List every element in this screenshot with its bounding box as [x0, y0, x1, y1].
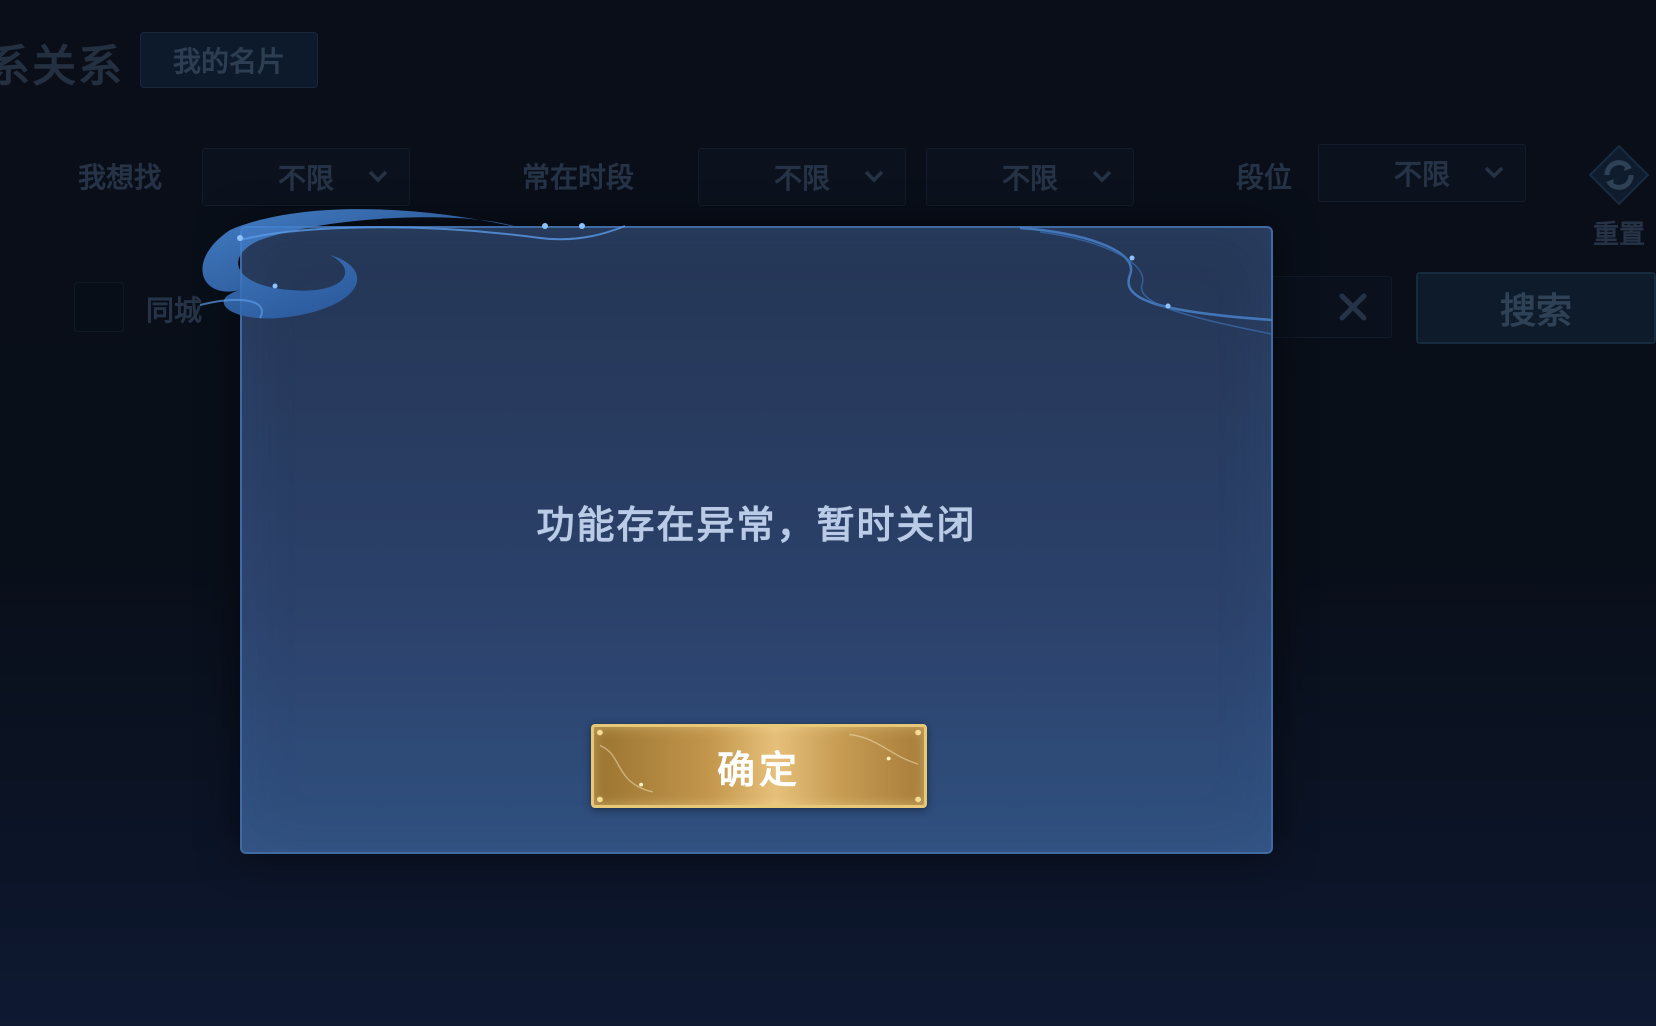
- chevron-down-icon: [1484, 166, 1504, 179]
- confirm-label: 确定: [716, 747, 801, 792]
- same-city-label: 同城: [146, 294, 203, 327]
- tab-my-card[interactable]: 我的名片: [140, 32, 318, 88]
- reset-icon[interactable]: [1588, 144, 1650, 206]
- alert-dialog: 功能存在异常，暂时关闭 确定: [240, 226, 1273, 854]
- want-label: 我想找: [78, 161, 163, 194]
- want-dropdown[interactable]: 不限: [202, 148, 410, 206]
- close-icon[interactable]: [1336, 290, 1370, 324]
- same-city-checkbox[interactable]: [74, 282, 124, 332]
- rank-label: 段位: [1236, 161, 1293, 194]
- chevron-down-icon: [1092, 170, 1112, 183]
- chevron-down-icon: [864, 170, 884, 183]
- rank-dropdown[interactable]: 不限: [1318, 144, 1526, 202]
- rank-value: 不限: [1393, 158, 1450, 191]
- time-dropdown-end[interactable]: 不限: [926, 148, 1134, 206]
- time-dropdown-start[interactable]: 不限: [698, 148, 906, 206]
- search-button[interactable]: 搜索: [1416, 272, 1656, 344]
- time-value-end: 不限: [1001, 162, 1058, 195]
- time-label: 常在时段: [522, 161, 635, 194]
- dialog-message: 功能存在异常，暂时关闭: [536, 503, 977, 547]
- confirm-button[interactable]: 确定: [591, 724, 927, 808]
- time-value-start: 不限: [773, 162, 830, 195]
- page-title: 系关系: [0, 41, 124, 92]
- reset-label[interactable]: 重置: [1588, 214, 1650, 251]
- chevron-down-icon: [368, 170, 388, 183]
- want-value: 不限: [277, 162, 334, 195]
